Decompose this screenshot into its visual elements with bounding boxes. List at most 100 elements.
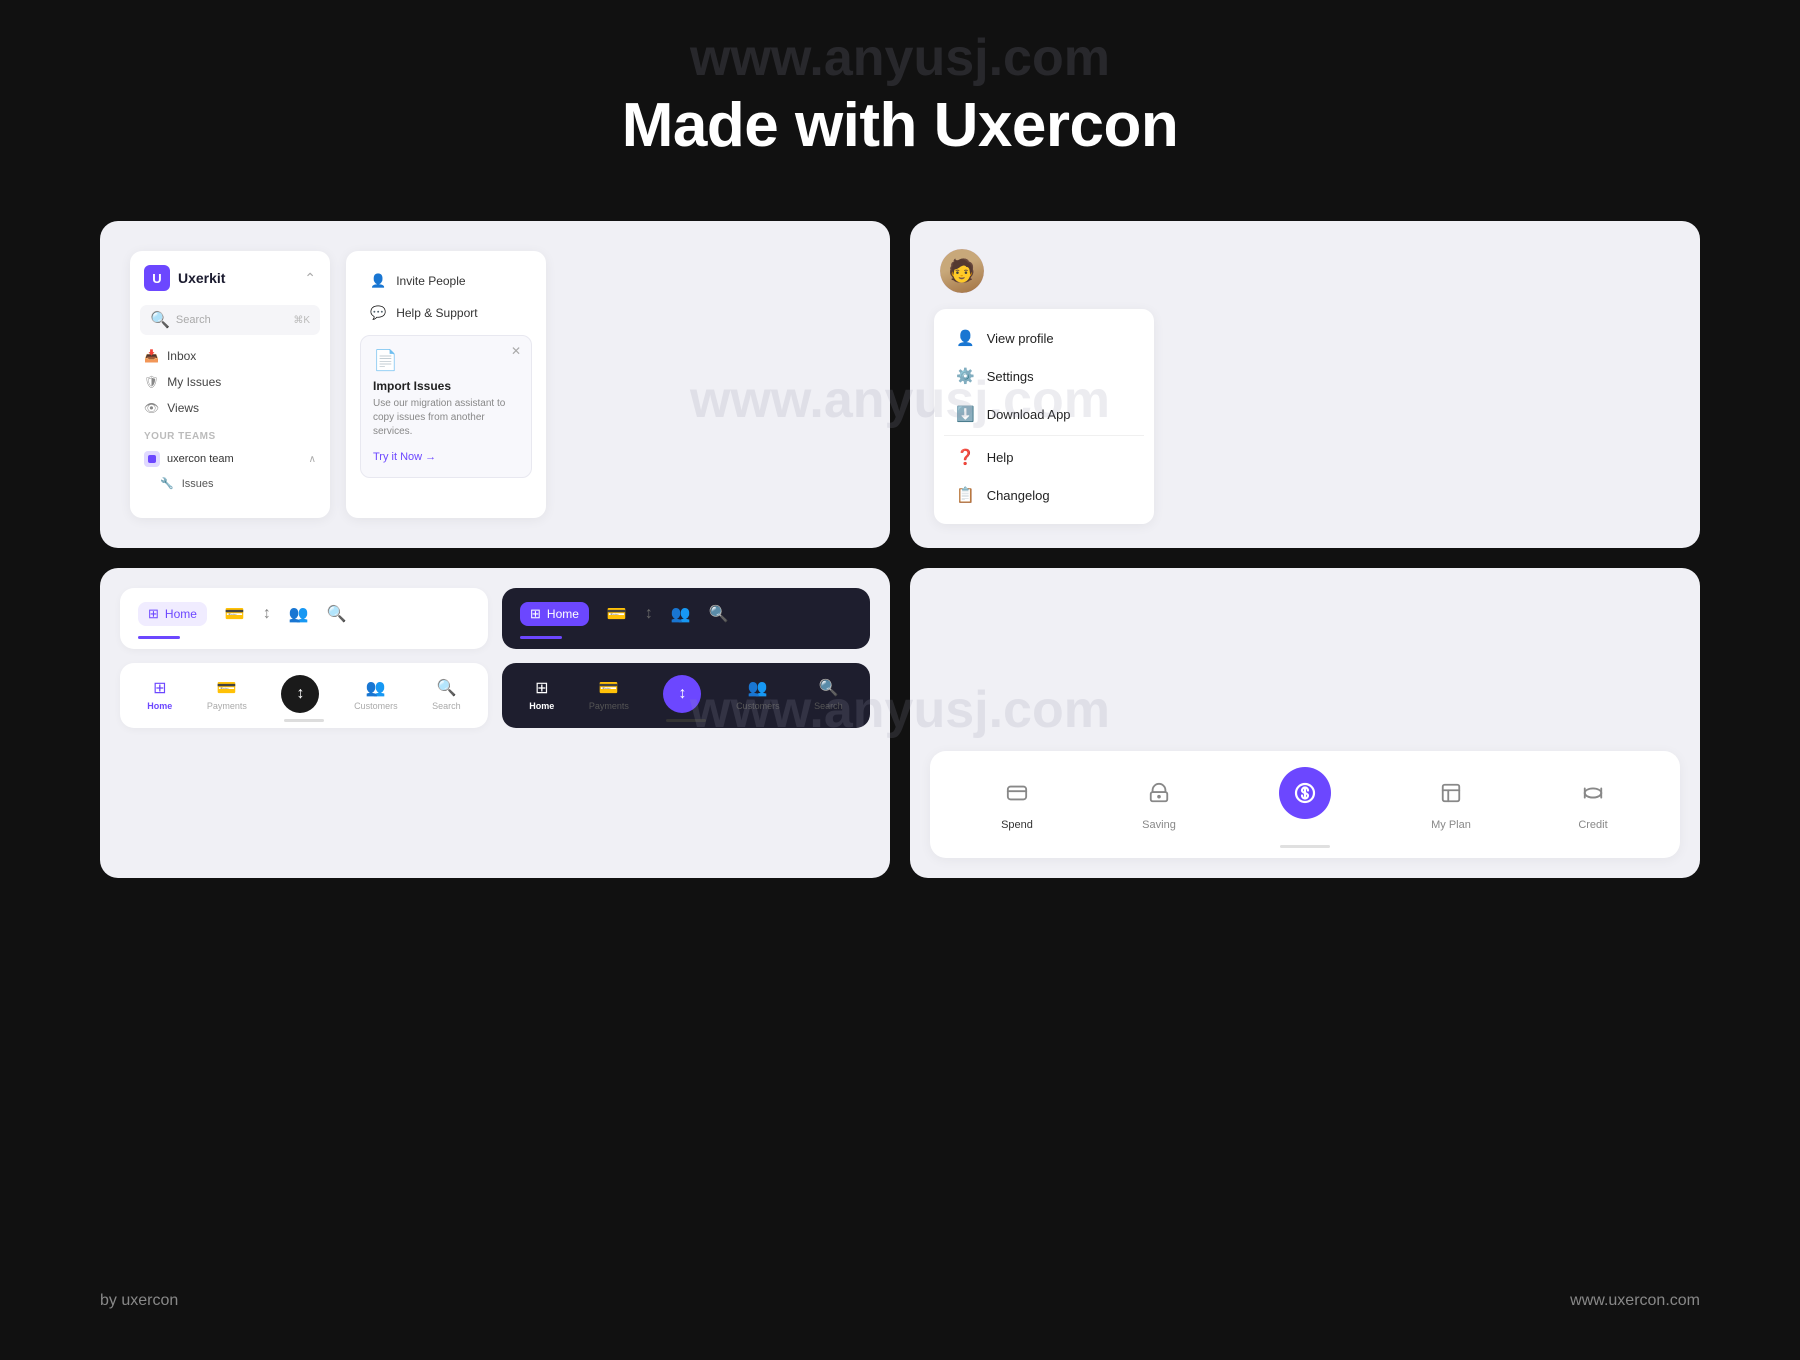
spend-label: Spend [1001,819,1033,831]
home-grid-icon-light: ⊞ [148,606,159,622]
nav-bottom-payments-dark[interactable]: 💳 Payments [589,678,629,711]
profile-menu-item-downloadapp[interactable]: ⬇️ Download App [944,395,1144,433]
search-placeholder: Search [176,314,287,326]
finance-item-credit[interactable]: Credit [1571,771,1615,831]
profile-menu-item-help[interactable]: ❓ Help [944,438,1144,476]
nav-transfer-icon-light[interactable]: ↕ [263,605,271,623]
payments-label-dark: Payments [589,701,629,711]
profile-menu-item-changelog[interactable]: 📋 Changelog [944,476,1144,514]
card-nav-bars: ⊞ Home 💳 ↕ 👥 🔍 ⊞ Home 💳 [100,568,890,878]
nav-transfer-icon-dark[interactable]: ↕ [645,605,653,623]
fab-label: • [1303,823,1307,835]
team-left: uxercon team [144,451,234,467]
finance-nav-panel: Spend Saving [930,751,1680,858]
nav-bottom-search-dark[interactable]: 🔍 Search [814,678,843,711]
popup-invite-label: Invite People [396,274,465,288]
changelog-label: Changelog [987,488,1050,503]
help-icon: 💬 [370,305,386,321]
import-title: Import Issues [373,379,519,393]
popup-panel: 👤 Invite People 💬 Help & Support ✕ 📄 Imp… [346,251,546,518]
credit-icon-wrap [1571,771,1615,815]
import-cta-link[interactable]: Try it Now → [373,451,436,463]
sidebar-subitem-issues[interactable]: 🔧 Issues [130,472,330,495]
profile-avatar: 🧑 [940,249,984,293]
issues-icon: 🔧 [160,477,174,490]
nav-users-icon-light[interactable]: 👥 [289,604,309,624]
nav-fab-light[interactable]: ↕ [281,675,319,713]
search-icon: 🔍 [150,310,170,330]
nav-bottom-customers-dark[interactable]: 👥 Customers [736,678,780,711]
nav-indicator-light [284,719,324,722]
profile-menu-item-settings[interactable]: ⚙️ Settings [944,357,1144,395]
nav-fab-dark[interactable]: ↕ [663,675,701,713]
avatar-face: 🧑 [940,249,984,293]
search-label-light: Search [432,701,461,711]
sidebar-item-views[interactable]: 👁 Views [130,395,330,421]
import-file-icon: 📄 [373,348,519,373]
sidebar-header: U Uxerkit ⌃ [130,265,330,301]
sidebar-item-inbox[interactable]: 📥 Inbox [130,343,330,369]
popup-item-invite[interactable]: 👤 Invite People [360,265,532,297]
nav-search-icon-dark[interactable]: 🔍 [709,604,729,624]
views-icon: 👁 [144,401,159,415]
invite-icon: 👤 [370,273,386,289]
finance-item-spend[interactable]: Spend [995,771,1039,831]
sidebar-item-views-label: Views [167,401,199,415]
chevron-icon: ∧ [309,454,316,465]
profile-menu-item-viewprofile[interactable]: 👤 View profile [944,319,1144,357]
fab-icon-dark: ↕ [678,685,686,703]
payments-label-light: Payments [207,701,247,711]
sidebar-panel: U Uxerkit ⌃ 🔍 Search ⌘K 📥 Inbox 🛡 My Iss… [130,251,330,518]
download-icon: ⬇️ [956,405,975,423]
bottom-nav-row: ⊞ Home 💳 Payments ↕ 👥 Customers [120,663,870,728]
myplan-label: My Plan [1431,819,1471,831]
sidebar-subitem-issues-label: Issues [182,478,214,490]
finance-item-saving[interactable]: Saving [1137,771,1181,831]
sidebar-team-item[interactable]: uxercon team ∧ [130,446,330,472]
nav-bottom-payments-light[interactable]: 💳 Payments [207,678,247,711]
search-icon-dark-bottom: 🔍 [818,678,838,698]
search-icon-light-bottom: 🔍 [436,678,456,698]
saving-label: Saving [1142,819,1176,831]
spend-icon-wrap [995,771,1039,815]
sidebar-search[interactable]: 🔍 Search ⌘K [140,305,320,335]
inbox-icon: 📥 [144,349,159,363]
download-app-label: Download App [987,407,1071,422]
nav-bottom-search-light[interactable]: 🔍 Search [432,678,461,711]
customers-icon-dark: 👥 [748,678,768,698]
nav-bottom-home-light[interactable]: ⊞ Home [147,678,172,711]
payments-icon-light: 💳 [217,678,237,698]
card-finance-nav: Spend Saving [910,568,1700,878]
sort-icon[interactable]: ⌃ [304,270,316,287]
logo-icon: U [144,265,170,291]
page-title: Made with Uxercon [0,0,1800,211]
footer: by uxercon www.uxercon.com [100,1292,1700,1310]
import-close-button[interactable]: ✕ [511,344,521,358]
nav-users-icon-dark[interactable]: 👥 [671,604,691,624]
app-name: Uxerkit [178,270,225,286]
nav-card-icon-light[interactable]: 💳 [225,604,245,624]
finance-item-myplan[interactable]: My Plan [1429,771,1473,831]
nav-home-chip-dark[interactable]: ⊞ Home [520,602,589,626]
nav-bottom-home-dark[interactable]: ⊞ Home [529,678,554,711]
import-box: ✕ 📄 Import Issues Use our migration assi… [360,335,532,478]
nav-home-chip-light[interactable]: ⊞ Home [138,602,207,626]
team-icon [144,451,160,467]
nav-bottom-customers-light[interactable]: 👥 Customers [354,678,398,711]
footer-right: www.uxercon.com [1570,1292,1700,1310]
help-circle-icon: ❓ [956,448,975,466]
shield-icon: 🛡 [144,375,159,389]
sidebar-item-myissues-label: My Issues [167,375,221,389]
saving-icon-wrap [1137,771,1181,815]
teams-section-label: Your Teams [130,421,330,446]
home-icon-light: ⊞ [153,678,166,698]
import-description: Use our migration assistant to copy issu… [373,397,519,439]
finance-item-fab[interactable]: • [1279,767,1331,835]
finance-nav-items: Spend Saving [946,767,1664,835]
popup-item-help[interactable]: 💬 Help & Support [360,297,532,329]
nav-card-icon-dark[interactable]: 💳 [607,604,627,624]
sidebar-item-myissues[interactable]: 🛡 My Issues [130,369,330,395]
profile-menu: 👤 View profile ⚙️ Settings ⬇️ Download A… [934,309,1154,524]
home-grid-icon-dark: ⊞ [530,606,541,622]
nav-search-icon-light[interactable]: 🔍 [327,604,347,624]
